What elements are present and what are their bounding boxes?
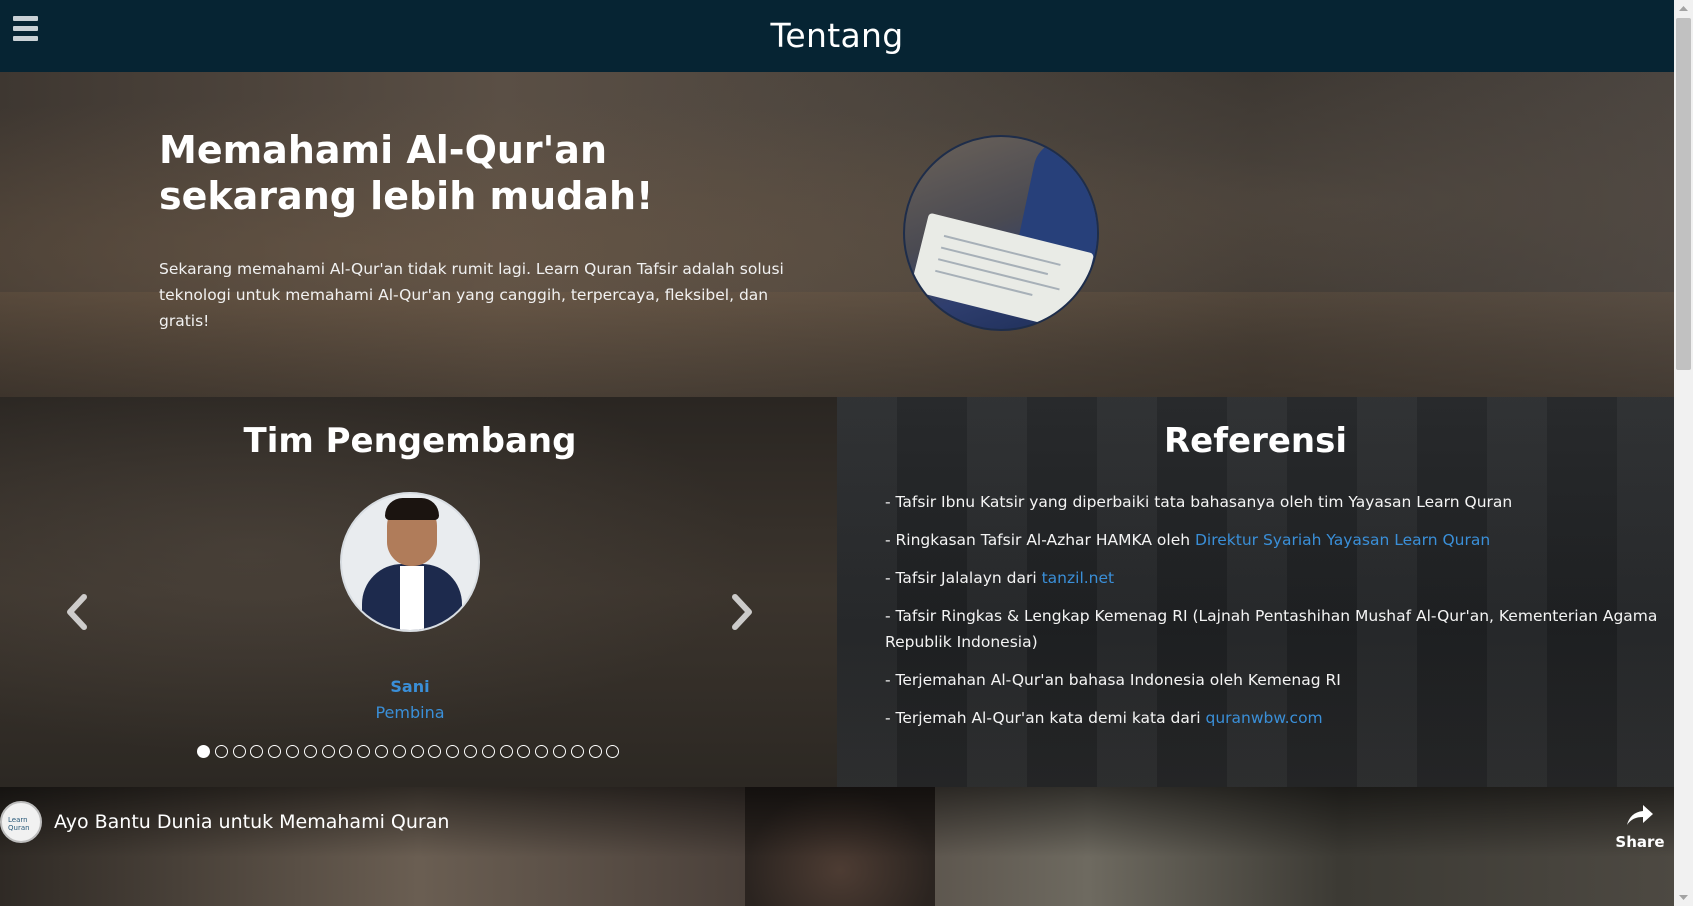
scrollbar-thumb[interactable]	[1676, 18, 1691, 370]
carousel-dot[interactable]	[285, 745, 299, 758]
list-item: - Tafsir Ringkas & Lengkap Kemenag RI (L…	[885, 607, 1658, 651]
page: Tentang Memahami Al-Qur'an sekarang lebi…	[0, 0, 1674, 906]
scroll-up-arrow-icon[interactable]	[1674, 0, 1693, 17]
carousel-dot[interactable]	[232, 745, 246, 758]
video-player[interactable]: Learn Quran Ayo Bantu Dunia untuk Memaha…	[0, 787, 1674, 906]
channel-logo[interactable]: Learn Quran	[0, 801, 42, 843]
carousel-dot[interactable]	[517, 745, 531, 758]
carousel-dot[interactable]	[606, 745, 620, 758]
chevron-left-icon[interactable]	[62, 592, 92, 632]
carousel-dot[interactable]	[321, 745, 335, 758]
carousel-dot[interactable]	[374, 745, 388, 758]
list-item: - Terjemahan Al-Qur'an bahasa Indonesia …	[885, 671, 1341, 689]
hero-description: Sekarang memahami Al-Qur'an tidak rumit …	[159, 260, 784, 330]
reference-link[interactable]: Direktur Syariah Yayasan Learn Quran	[1195, 531, 1490, 549]
share-label: Share	[1615, 833, 1665, 851]
carousel-dot[interactable]	[214, 745, 228, 758]
page-title: Tentang	[770, 16, 904, 55]
video-title[interactable]: Ayo Bantu Dunia untuk Memahami Quran	[54, 811, 449, 833]
carousel-dot[interactable]	[570, 745, 584, 758]
list-item: - Tafsir Jalalayn dari tanzil.net	[885, 569, 1115, 587]
references-list: - Tafsir Ibnu Katsir yang diperbaiki tat…	[885, 489, 1665, 743]
carousel-indicators	[197, 745, 624, 759]
carousel-dot[interactable]	[268, 745, 282, 758]
member-role: Pembina	[375, 703, 445, 722]
carousel-dot[interactable]	[499, 745, 513, 758]
carousel-dot[interactable]	[392, 745, 406, 758]
carousel-dot[interactable]	[357, 745, 371, 758]
share-arrow-icon	[1615, 803, 1665, 831]
carousel-dot[interactable]	[481, 745, 495, 758]
carousel-dot[interactable]	[197, 745, 210, 758]
carousel-dot[interactable]	[552, 745, 566, 758]
references-title: Referensi	[1163, 421, 1347, 461]
carousel-dot[interactable]	[410, 745, 424, 758]
carousel-dot[interactable]	[250, 745, 264, 758]
team-section: Tim Pengembang Sani Pembina	[0, 397, 837, 787]
carousel-dot[interactable]	[303, 745, 317, 758]
chevron-right-icon[interactable]	[727, 592, 757, 632]
hero-quran-image	[903, 135, 1099, 331]
reference-link[interactable]: quranwbw.com	[1206, 709, 1323, 727]
reference-link[interactable]: tanzil.net	[1042, 569, 1115, 587]
carousel-dot[interactable]	[428, 745, 442, 758]
list-item: - Terjemah Al-Qur'an kata demi kata dari…	[885, 709, 1323, 727]
share-button[interactable]: Share	[1615, 803, 1665, 851]
team-title: Tim Pengembang	[243, 421, 577, 461]
member-avatar	[340, 492, 480, 632]
top-navbar: Tentang	[0, 0, 1674, 72]
scroll-down-arrow-icon[interactable]	[1674, 889, 1693, 906]
carousel-dot[interactable]	[588, 745, 602, 758]
member-name: Sani	[390, 677, 430, 696]
carousel-dot[interactable]	[339, 745, 353, 758]
hero-section: Memahami Al-Qur'an sekarang lebih mudah!…	[0, 72, 1674, 397]
carousel-dot[interactable]	[463, 745, 477, 758]
page-scrollbar[interactable]	[1674, 0, 1693, 906]
hero-heading: Memahami Al-Qur'an sekarang lebih mudah!	[159, 128, 654, 218]
list-item: - Tafsir Ibnu Katsir yang diperbaiki tat…	[885, 493, 1513, 511]
references-section: Referensi - Tafsir Ibnu Katsir yang dipe…	[837, 397, 1674, 787]
list-item: - Ringkasan Tafsir Al-Azhar HAMKA oleh D…	[885, 531, 1491, 549]
carousel-dot[interactable]	[535, 745, 549, 758]
carousel-dot[interactable]	[446, 745, 460, 758]
